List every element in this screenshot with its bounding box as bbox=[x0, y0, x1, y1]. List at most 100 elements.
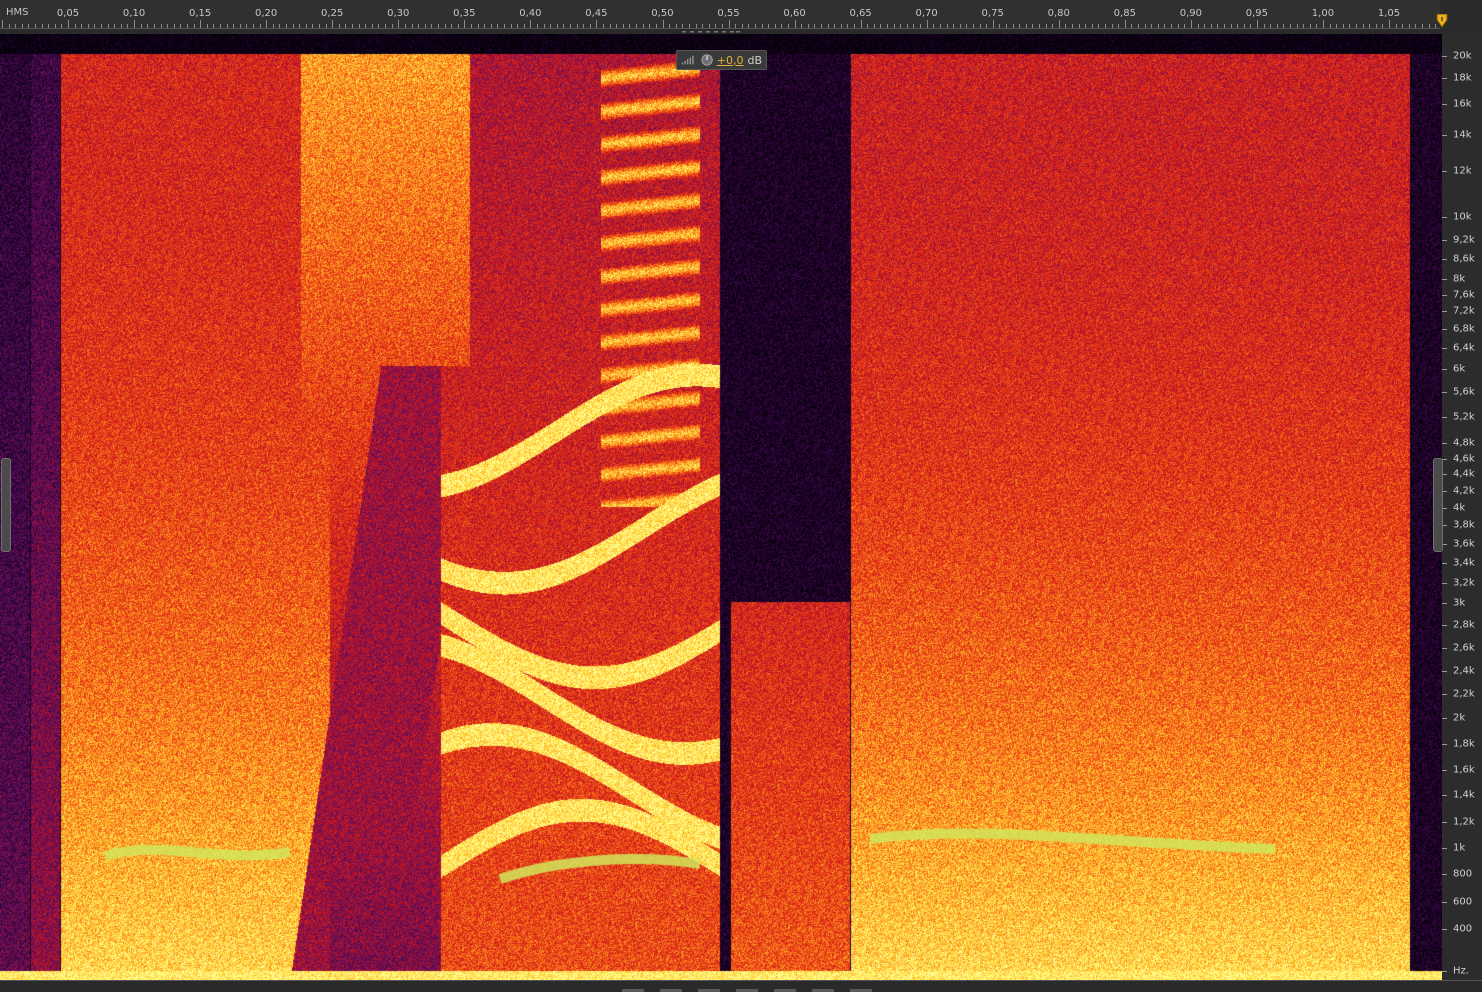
time-tick bbox=[332, 20, 333, 28]
time-tick bbox=[431, 24, 432, 28]
frequency-label: 4,6k bbox=[1453, 453, 1475, 465]
time-tick bbox=[1224, 24, 1225, 28]
time-tick bbox=[48, 24, 49, 28]
time-tick bbox=[61, 24, 62, 28]
time-tick bbox=[1283, 24, 1284, 28]
frequency-label: 800 bbox=[1453, 868, 1473, 880]
spectral-display[interactable] bbox=[0, 34, 1442, 980]
time-tick bbox=[1382, 24, 1383, 28]
frequency-tick bbox=[1442, 240, 1447, 241]
frequency-label: 600 bbox=[1453, 896, 1473, 908]
time-tick bbox=[161, 24, 162, 28]
time-tick bbox=[511, 24, 512, 28]
time-label: 1,00 bbox=[1311, 8, 1335, 19]
time-tick bbox=[1138, 24, 1139, 28]
playhead-marker-icon[interactable] bbox=[1436, 14, 1448, 28]
time-tick bbox=[1343, 24, 1344, 28]
time-tick bbox=[293, 24, 294, 28]
time-tick bbox=[253, 24, 254, 28]
time-label: 0,75 bbox=[981, 8, 1004, 19]
frequency-tick bbox=[1442, 671, 1447, 672]
frequency-label: 7,6k bbox=[1453, 289, 1475, 301]
time-tick bbox=[1217, 24, 1218, 28]
time-tick bbox=[1184, 24, 1185, 28]
frequency-tick bbox=[1442, 392, 1447, 393]
time-tick bbox=[1151, 24, 1152, 28]
time-tick bbox=[35, 24, 36, 28]
time-tick bbox=[913, 24, 914, 28]
time-tick bbox=[227, 24, 228, 28]
time-label: 0,65 bbox=[849, 8, 872, 19]
level-hud[interactable]: +0,0 dB bbox=[676, 50, 767, 70]
time-tick bbox=[1072, 24, 1073, 28]
time-tick bbox=[392, 24, 393, 28]
gain-knob-icon[interactable] bbox=[701, 53, 713, 67]
time-tick bbox=[986, 24, 987, 28]
frequency-tick bbox=[1442, 279, 1447, 280]
time-tick bbox=[194, 24, 195, 28]
time-tick bbox=[458, 24, 459, 28]
time-label: 0,95 bbox=[1245, 8, 1269, 19]
time-tick bbox=[464, 20, 465, 28]
time-tick bbox=[517, 24, 518, 28]
frequency-label: 7,2k bbox=[1453, 305, 1475, 317]
frequency-tick bbox=[1442, 874, 1447, 875]
time-tick bbox=[841, 24, 842, 28]
time-label: 0,20 bbox=[255, 8, 278, 19]
time-tick bbox=[1178, 24, 1179, 28]
time-tick bbox=[1356, 24, 1357, 28]
frequency-label: 9,2k bbox=[1453, 234, 1475, 246]
frequency-label: 2k bbox=[1453, 712, 1466, 724]
time-tick bbox=[121, 24, 122, 28]
time-tick bbox=[1158, 24, 1159, 28]
frequency-label: 5,2k bbox=[1453, 411, 1475, 423]
time-tick bbox=[484, 24, 485, 28]
time-label: 0,10 bbox=[122, 8, 146, 19]
time-tick bbox=[1290, 24, 1291, 28]
time-tick bbox=[1264, 24, 1265, 28]
right-resize-handle[interactable] bbox=[1433, 458, 1443, 552]
time-tick bbox=[385, 24, 386, 28]
frequency-tick bbox=[1442, 603, 1447, 604]
left-resize-handle[interactable] bbox=[1, 458, 11, 552]
frequency-tick bbox=[1442, 583, 1447, 584]
time-tick bbox=[504, 24, 505, 28]
frequency-tick bbox=[1442, 78, 1447, 79]
time-tick bbox=[775, 24, 776, 28]
frequency-tick bbox=[1442, 369, 1447, 370]
spectrogram-canvas[interactable] bbox=[0, 34, 1442, 980]
frequency-tick bbox=[1442, 648, 1447, 649]
frequency-tick bbox=[1442, 259, 1447, 260]
time-tick bbox=[834, 24, 835, 28]
frequency-label: 6k bbox=[1453, 363, 1466, 375]
time-tick bbox=[1310, 24, 1311, 28]
time-tick bbox=[372, 24, 373, 28]
time-tick bbox=[933, 24, 934, 28]
time-tick bbox=[1204, 24, 1205, 28]
time-tick bbox=[1059, 20, 1060, 28]
time-tick bbox=[1297, 24, 1298, 28]
time-tick bbox=[1046, 24, 1047, 28]
time-tick bbox=[213, 24, 214, 28]
frequency-axis: 20k 18k 16k 14k 12k 10k 9,2k 8,6k 8k 7,6k 7,2k 6,8k… bbox=[1442, 34, 1482, 984]
time-label: 0,50 bbox=[651, 8, 674, 19]
time-tick bbox=[1191, 20, 1192, 28]
time-tick bbox=[260, 24, 261, 28]
frequency-tick bbox=[1442, 443, 1447, 444]
time-tick bbox=[729, 20, 730, 28]
gain-value[interactable]: +0,0 bbox=[717, 54, 744, 67]
frequency-label: 2,8k bbox=[1453, 619, 1475, 631]
time-label: 0,25 bbox=[321, 8, 344, 19]
time-tick bbox=[636, 24, 637, 28]
time-tick bbox=[1389, 20, 1390, 28]
time-tick bbox=[1257, 20, 1258, 28]
frequency-label: 2,6k bbox=[1453, 642, 1475, 654]
time-ruler[interactable]: HMS 0,05 0,10 0,15 0,20 0,25 0,30 0,35 0,40 0,45… bbox=[0, 0, 1482, 34]
time-label: 0,60 bbox=[783, 8, 806, 19]
time-label: 1,05 bbox=[1377, 8, 1401, 19]
bottom-scroll-strip[interactable] bbox=[0, 980, 1482, 992]
time-tick bbox=[22, 24, 23, 28]
time-tick bbox=[114, 24, 115, 28]
time-format-label[interactable]: HMS bbox=[6, 7, 29, 18]
frequency-label: 8,6k bbox=[1453, 253, 1475, 265]
